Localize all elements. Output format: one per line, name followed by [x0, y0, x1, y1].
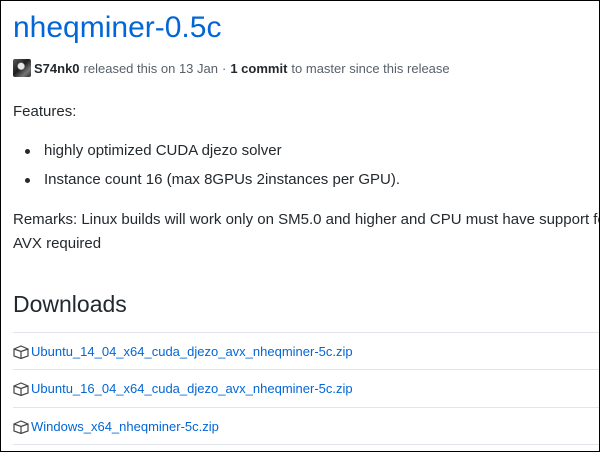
meta-separator: · — [221, 60, 227, 76]
release-meta: S74nk0 released this on 13 Jan · 1 commi… — [13, 58, 450, 78]
remarks-paragraph: Remarks: Linux builds will work only on … — [13, 211, 600, 252]
author-link[interactable]: S74nk0 — [34, 61, 80, 76]
download-link[interactable]: Ubuntu_14_04_x64_cuda_djezo_avx_nheqmine… — [31, 344, 353, 359]
download-row: Ubuntu_14_04_x64_cuda_djezo_avx_nheqmine… — [13, 332, 599, 370]
features-label: Features: — [13, 103, 77, 120]
list-item-text: Instance count 16 (max 8GPUs 2instances … — [44, 171, 400, 188]
download-link[interactable]: Ubuntu_16_04_x64_cuda_djezo_avx_nheqmine… — [31, 381, 353, 396]
list-item-text: highly optimized CUDA djezo solver — [44, 142, 282, 159]
features-list: highly optimized CUDA djezo solver Insta… — [1, 141, 400, 199]
package-icon — [13, 419, 29, 434]
bullet-icon — [25, 178, 30, 183]
commits-link[interactable]: 1 commit — [230, 61, 287, 76]
package-icon — [13, 381, 29, 396]
commits-suffix: to master since this release — [291, 60, 450, 76]
released-text: released this on 13 Jan — [83, 60, 218, 76]
downloads-heading: Downloads — [13, 291, 127, 317]
release-title-link[interactable]: nheqminer-0.5c — [13, 9, 221, 47]
list-item: highly optimized CUDA djezo solver — [1, 141, 400, 161]
download-list-end-divider — [13, 444, 599, 451]
author-avatar[interactable] — [13, 59, 31, 77]
release-panel: nheqminer-0.5c S74nk0 released this on 1… — [0, 0, 600, 452]
download-row: Windows_x64_nheqminer-5c.zip — [13, 407, 599, 445]
bullet-icon — [25, 149, 30, 154]
list-item: Instance count 16 (max 8GPUs 2instances … — [1, 170, 400, 190]
download-link[interactable]: Windows_x64_nheqminer-5c.zip — [31, 419, 219, 434]
package-icon — [13, 344, 29, 359]
download-row: Ubuntu_16_04_x64_cuda_djezo_avx_nheqmine… — [13, 369, 599, 407]
